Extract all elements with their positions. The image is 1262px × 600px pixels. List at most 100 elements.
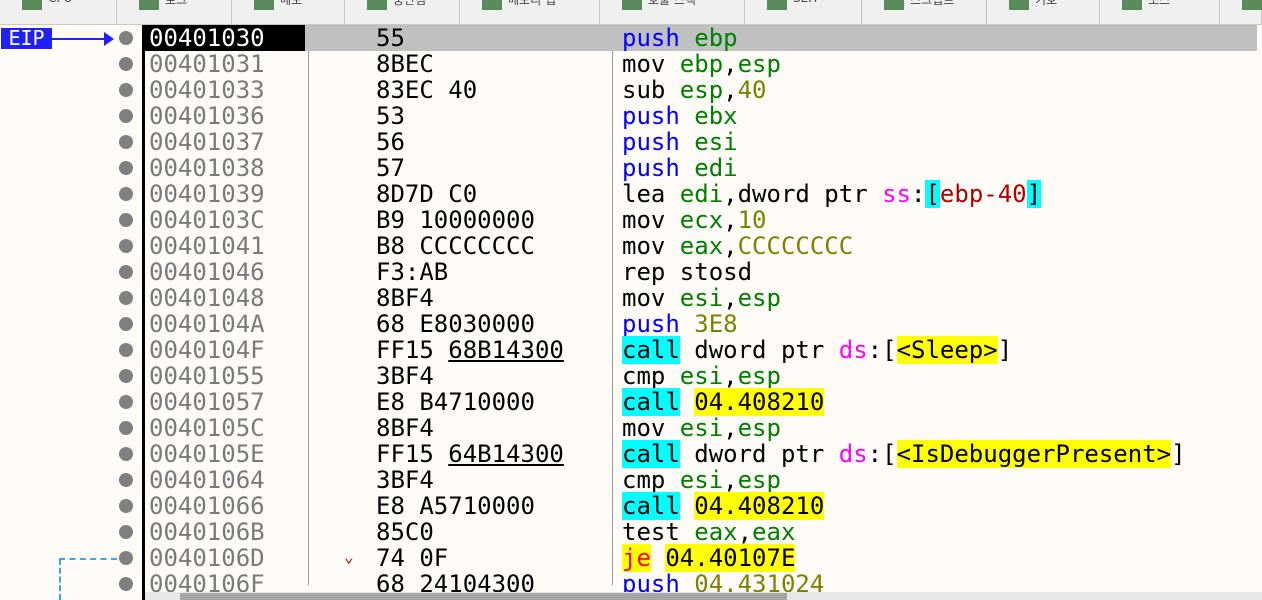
instruction-operand: , [723,76,738,104]
instruction-operand: esp [737,466,781,494]
disasm-row[interactable]: 00401039 8D7D C0 lea edi,dword ptr ss:[ebp… [145,180,1257,208]
row-instruction: cmp esi,esp [622,363,781,389]
row-bytes: 8D7D C0 [376,180,478,208]
disasm-row[interactable]: 00401041 B8 CCCCCCCC mov eax,CCCCCCCC [145,233,1257,259]
breakpoint-dot-icon[interactable] [119,31,133,45]
disasm-row[interactable]: 00401030 55 push ebp [145,25,1257,51]
tab-call-stack[interactable]: 호출 스택 [600,0,745,24]
instruction-operand: :[ [867,336,897,364]
breakpoint-dot-icon[interactable] [119,187,133,201]
eip-arrow-icon [52,38,112,40]
breakpoint-dot-icon[interactable] [119,421,133,435]
tab-notes[interactable]: 메모 [232,0,345,24]
instruction-operand: , [723,232,738,260]
breakpoint-dot-icon[interactable] [119,317,133,331]
jump-line-vertical-icon [59,559,61,600]
instruction-operand: esi [665,362,724,390]
tab-search[interactable] [1220,0,1262,24]
breakpoint-dot-icon[interactable] [119,109,133,123]
row-instruction: call dword ptr ds:[<IsDebuggerPresent>] [622,440,1186,468]
disasm-row[interactable]: 0040105E FF15 64B14300 call dword ptr ds:[… [145,440,1257,468]
tab-breakpoint[interactable]: 중단점 [345,0,460,24]
tab-label: 호출 스택 [648,0,696,7]
tab-source[interactable]: 소스 [1100,0,1220,24]
instruction-mnemonic: mov [622,232,666,260]
disasm-row[interactable]: 0040105C 8BF4 mov esi,esp [145,415,1257,441]
row-instruction: mov ebp,esp [622,51,781,77]
tab-memory-map[interactable]: 메모리 맵 [460,0,600,24]
row-bytes: 68 E8030000 [376,310,535,338]
instruction-operand: [ [925,180,940,208]
breakpoint-dot-icon[interactable] [119,551,133,565]
disasm-row[interactable]: 0040103C B9 10000000 mov ecx,10 [145,207,1257,233]
instruction-operand: esp [737,414,781,442]
instruction-mnemonic: lea [622,180,666,208]
disasm-row[interactable]: 0040104F FF15 68B14300 call dword ptr ds:[… [145,336,1257,364]
tab-seh[interactable]: SEH [745,0,862,24]
instruction-operand: eax [665,232,724,260]
row-address: 0040103C [149,206,265,234]
row-instruction: push 3E8 [622,311,738,337]
row-bytes-link[interactable]: 68B14300 [448,336,564,364]
instruction-mnemonic: sub [622,76,666,104]
breakpoint-dot-icon[interactable] [119,213,133,227]
instruction-operand: esi [679,128,738,156]
disasm-row[interactable]: 00401066 E8 A5710000 call 04.408210 [145,492,1257,520]
breakpoint-dot-icon[interactable] [119,395,133,409]
breakpoint-dot-icon[interactable] [119,577,133,591]
row-bytes: FF15 68B14300 [376,337,564,363]
row-instruction: lea edi,dword ptr ss:[ebp-40] [622,180,1042,208]
disasm-row[interactable]: 0040104A 68 E8030000 push 3E8 [145,311,1257,337]
tab-cpu[interactable]: CPU [0,0,117,24]
disasm-row[interactable]: 0040106B 85C0 test eax,eax [145,519,1257,545]
breakpoint-dot-icon[interactable] [119,473,133,487]
instruction-operand: esi [665,414,724,442]
tab-log[interactable]: 로그 [117,0,232,24]
instruction-mnemonic: call [622,440,680,468]
disasm-row[interactable]: 00401031 8BEC mov ebp,esp [145,51,1257,77]
row-address: 0040104F [149,336,265,364]
instruction-operand: <IsDebuggerPresent> [896,440,1172,468]
instruction-mnemonic: push [622,310,680,338]
instruction-operand: ] [1026,180,1042,208]
tab-symbols[interactable]: 기호 [987,0,1100,24]
row-bytes: 74 0F [376,544,449,572]
row-address: 00401030 [145,25,305,51]
breakpoint-dot-icon[interactable] [119,525,133,539]
search-icon [1242,0,1262,10]
row-bytes-link[interactable]: 64B14300 [448,440,564,468]
instruction-mnemonic: test [622,518,680,546]
disasm-row[interactable]: 00401055 3BF4 cmp esi,esp [145,363,1257,389]
disasm-row[interactable]: 00401048 8BF4 mov esi,esp [145,285,1257,311]
breakpoint-dot-icon[interactable] [119,57,133,71]
disasm-row[interactable]: 00401046 F3:AB rep stosd [145,259,1257,285]
disasm-row[interactable]: 00401057 E8 B4710000 call 04.408210 [145,388,1257,416]
row-bytes: B9 10000000 [376,206,535,234]
breakpoint-dot-icon[interactable] [119,291,133,305]
breakpoint-dot-icon[interactable] [119,265,133,279]
instruction-mnemonic: mov [622,284,666,312]
instruction-operand: ] [1171,440,1186,468]
disasm-row[interactable]: 00401038 57 push edi [145,155,1257,181]
breakpoint-dot-icon[interactable] [119,135,133,149]
disasm-row[interactable]: 0040106D 74 0F je 04.40107E [145,544,1257,572]
breakpoint-dot-icon[interactable] [119,499,133,513]
breakpoint-dot-icon[interactable] [119,447,133,461]
breakpoint-dot-icon[interactable] [119,161,133,175]
breakpoint-dot-icon[interactable] [119,83,133,97]
breakpoint-dot-icon[interactable] [119,343,133,357]
tab-script[interactable]: 스크립트 [862,0,987,24]
row-instruction: push ebx [622,103,738,129]
instruction-operand: 04.408210 [694,388,825,416]
row-instruction: mov esi,esp [622,415,781,441]
disasm-row[interactable]: 00401064 3BF4 cmp esi,esp [145,467,1257,493]
breakpoint-dot-icon[interactable] [119,239,133,253]
tab-label: 메모 [280,0,303,7]
tab-label: 메모리 맵 [508,0,556,7]
disasm-row[interactable]: 00401037 56 push esi [145,129,1257,155]
disasm-row[interactable]: 00401036 53 push ebx [145,103,1257,129]
instruction-operand: , [723,466,738,494]
horizontal-scrollbar-thumb[interactable] [180,593,787,600]
disasm-row[interactable]: 00401033 83EC 40 sub esp,40 [145,77,1257,103]
breakpoint-dot-icon[interactable] [119,369,133,383]
